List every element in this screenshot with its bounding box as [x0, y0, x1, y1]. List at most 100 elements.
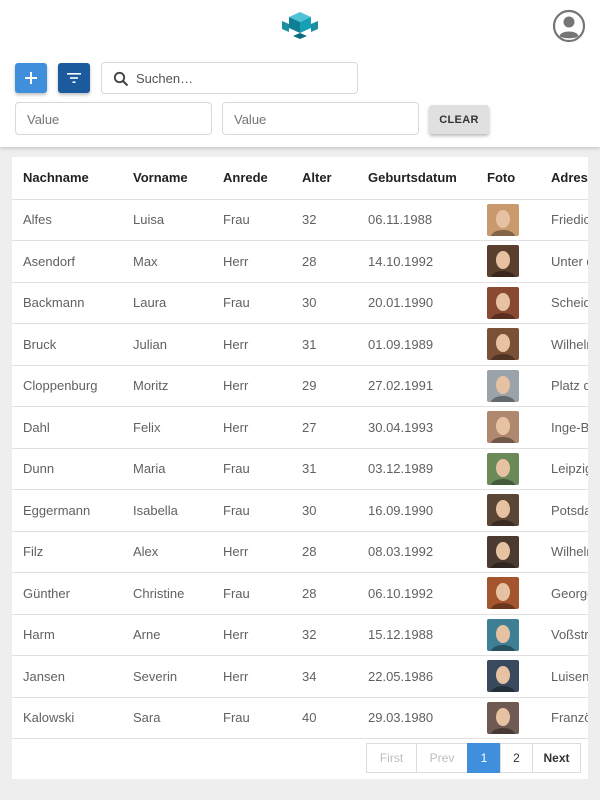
cell-alter: 29: [291, 365, 357, 407]
cell-nachname: Cloppenburg: [12, 365, 122, 407]
value-input-2[interactable]: [234, 110, 404, 128]
cell-alter: 27: [291, 406, 357, 449]
cell-foto: [476, 199, 540, 241]
cell-nachname: Eggermann: [12, 489, 122, 532]
column-header-foto[interactable]: Foto: [476, 157, 540, 200]
cell-anrede: Frau: [212, 489, 291, 532]
cell-adresse: George: [540, 572, 588, 615]
cell-anrede: Frau: [212, 697, 291, 739]
cell-geburtsdatum: 06.10.1992: [357, 572, 476, 615]
cell-anrede: Herr: [212, 323, 291, 366]
cell-vorname: Alex: [122, 531, 212, 573]
table-body: Alfes Luisa Frau 32 06.11.1988 Friedic Asendor…: [12, 199, 588, 739]
table-row[interactable]: GüntherChristineFrau2806.10.1992 George: [12, 572, 588, 615]
value-input-1[interactable]: [27, 110, 197, 128]
cell-adresse: Franzö: [540, 697, 588, 739]
cell-anrede: Herr: [212, 531, 291, 573]
page-1-button[interactable]: 1: [467, 743, 501, 773]
cell-anrede: Herr: [212, 240, 291, 283]
cell-alter: 31: [291, 323, 357, 366]
cube-logo-icon[interactable]: [280, 11, 320, 39]
cell-alter: 28: [291, 531, 357, 573]
add-button[interactable]: [15, 63, 47, 93]
cell-nachname: Kalowski: [12, 697, 122, 739]
table-row[interactable]: Alfes Luisa Frau 32 06.11.1988 Friedic: [12, 199, 588, 241]
cell-anrede: Frau: [212, 448, 291, 490]
cell-anrede: Herr: [212, 406, 291, 449]
cell-vorname: Isabella: [122, 489, 212, 532]
cell-adresse: Platz d: [540, 365, 588, 407]
cell-vorname: Laura: [122, 282, 212, 324]
cell-anrede: Herr: [212, 655, 291, 698]
cell-vorname: Felix: [122, 406, 212, 449]
cell-alter: 40: [291, 697, 357, 739]
cell-foto: [476, 448, 540, 490]
cell-adresse: Voßstr: [540, 614, 588, 656]
table-row[interactable]: FilzAlexHerr2808.03.1992 Wilheln: [12, 531, 588, 573]
cell-foto: [476, 406, 540, 449]
pagination: First Prev 1 2 Next: [366, 743, 581, 773]
page-prev-button[interactable]: Prev: [416, 743, 468, 773]
table-row[interactable]: Backmann Laura Frau 30 20.01.1990 Scheid: [12, 282, 588, 324]
cell-geburtsdatum: 16.09.1990: [357, 489, 476, 532]
search-icon: [113, 71, 129, 87]
table-row[interactable]: Kalowski Sara Frau 40 29.03.1980 Franzö: [12, 697, 588, 739]
cell-vorname: Moritz: [122, 365, 212, 407]
cell-foto: [476, 531, 540, 573]
column-header-vorname[interactable]: Vorname: [122, 157, 212, 200]
cell-geburtsdatum: 15.12.1988: [357, 614, 476, 656]
clear-button[interactable]: CLEAR: [429, 105, 489, 134]
table-row[interactable]: DahlFelixHerr2730.04.1993 Inge-Bo: [12, 406, 588, 449]
cell-alter: 32: [291, 614, 357, 656]
filter-button[interactable]: [58, 63, 90, 93]
value-field-2: [222, 102, 419, 135]
cell-geburtsdatum: 20.01.1990: [357, 282, 476, 324]
cell-alter: 34: [291, 655, 357, 698]
column-header-adresse[interactable]: Adresse: [540, 157, 588, 200]
cell-alter: 32: [291, 199, 357, 241]
data-table-card: Nachname Vorname Anrede Alter Geburtsdat…: [12, 157, 588, 779]
cell-foto: [476, 697, 540, 739]
column-header-geburtsdatum[interactable]: Geburtsdatum: [357, 157, 476, 200]
cell-anrede: Frau: [212, 199, 291, 241]
table-row[interactable]: BruckJulianHerr3101.09.1989 Wilheln: [12, 323, 588, 366]
account-circle-icon[interactable]: [552, 9, 586, 43]
cell-geburtsdatum: 06.11.1988: [357, 199, 476, 241]
cell-foto: [476, 614, 540, 656]
search-input[interactable]: [136, 68, 351, 88]
column-header-nachname[interactable]: Nachname: [12, 157, 122, 200]
cell-geburtsdatum: 08.03.1992: [357, 531, 476, 573]
table-row[interactable]: Cloppenburg Moritz Herr 29 27.02.1991 Platz d: [12, 365, 588, 407]
cell-geburtsdatum: 03.12.1989: [357, 448, 476, 490]
page-next-button[interactable]: Next: [532, 743, 581, 773]
table-row[interactable]: DunnMariaFrau3103.12.1989 Leipzig: [12, 448, 588, 490]
column-header-alter[interactable]: Alter: [291, 157, 357, 200]
plus-icon: [25, 72, 37, 84]
table-row[interactable]: AsendorfMaxHerr2814.10.1992 Unter d: [12, 240, 588, 283]
table-row[interactable]: Eggermann Isabella Frau 30 16.09.1990 Potsda: [12, 489, 588, 532]
page-first-button[interactable]: First: [366, 743, 417, 773]
cell-alter: 28: [291, 240, 357, 283]
table-row[interactable]: Jansen Severin Herr 34 22.05.1986 Luisen: [12, 655, 588, 698]
cell-adresse: Luisen: [540, 655, 588, 698]
cell-foto: [476, 240, 540, 283]
cell-vorname: Arne: [122, 614, 212, 656]
cell-vorname: Christine: [122, 572, 212, 615]
cell-nachname: Filz: [12, 531, 122, 573]
page-2-button[interactable]: 2: [500, 743, 533, 773]
avatar-photo: [487, 660, 519, 693]
table-row[interactable]: Harm Arne Herr 32 15.12.1988 Voßstr: [12, 614, 588, 656]
cell-nachname: Harm: [12, 614, 122, 656]
cell-foto: [476, 572, 540, 615]
search-box: [101, 62, 358, 94]
cell-foto: [476, 365, 540, 407]
cell-foto: [476, 655, 540, 698]
cell-nachname: Alfes: [12, 199, 122, 241]
column-header-anrede[interactable]: Anrede: [212, 157, 291, 200]
cell-vorname: Max: [122, 240, 212, 283]
cell-geburtsdatum: 14.10.1992: [357, 240, 476, 283]
cell-adresse: Potsda: [540, 489, 588, 532]
cell-geburtsdatum: 29.03.1980: [357, 697, 476, 739]
cell-nachname: Günther: [12, 572, 122, 615]
cell-nachname: Backmann: [12, 282, 122, 324]
